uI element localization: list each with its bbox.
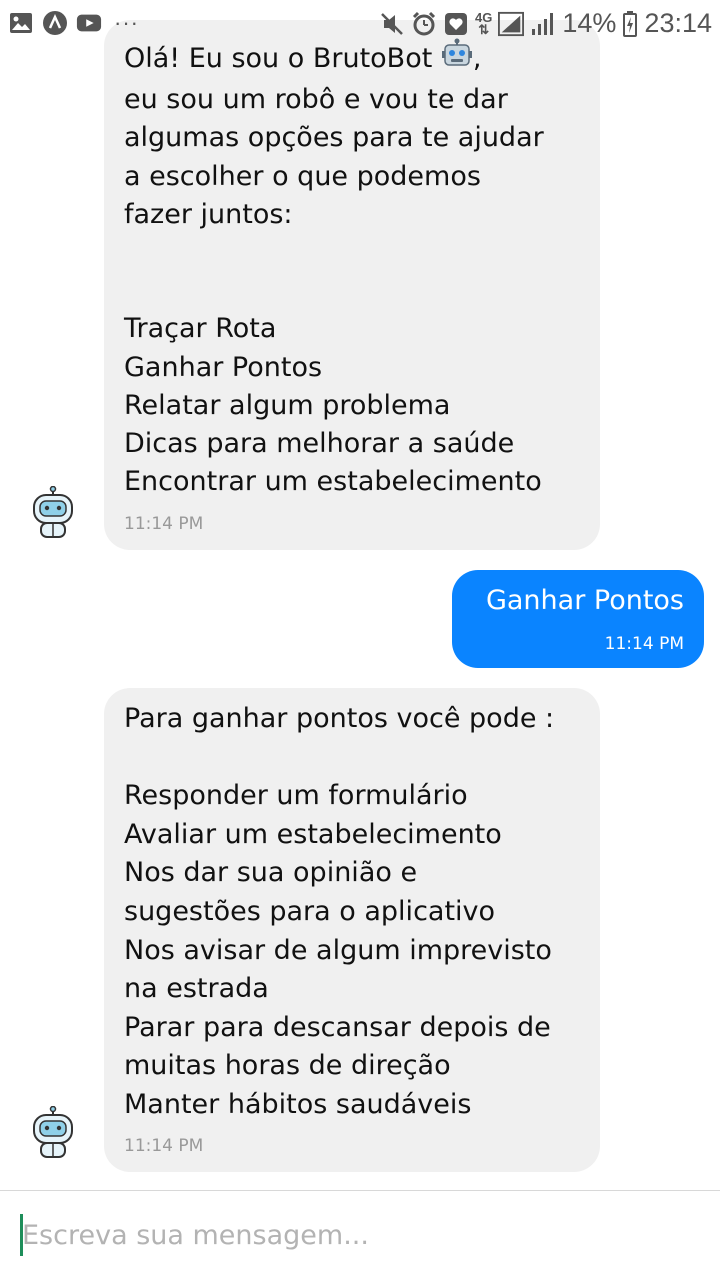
battery-charging-icon — [622, 10, 638, 37]
option-text: Relatar algum problema — [124, 389, 451, 421]
status-bar-right: 4G ⇅ 14% 23:14 — [379, 8, 712, 39]
message-line: sugestões para o aplicativo — [124, 895, 496, 927]
message-line: Nos avisar de algum imprevisto — [124, 934, 552, 966]
message-line: Nos dar sua opinião e — [124, 857, 418, 889]
status-bar: ··· 4G ⇅ 14% 23:14 — [0, 0, 720, 50]
heart-app-icon — [443, 11, 469, 37]
network-type-label: 4G ⇅ — [475, 9, 493, 37]
message-line: muitas horas de direção — [124, 1050, 451, 1082]
message-timestamp: 11:14 PM — [124, 1136, 204, 1156]
robot-icon — [33, 485, 73, 538]
muted-icon — [379, 11, 405, 37]
battery-percent: 14% — [562, 8, 617, 38]
bot-avatar — [30, 485, 76, 540]
more-notifications-indicator: ··· — [114, 10, 139, 35]
message-line: Responder um formulário — [124, 780, 468, 812]
option-text: Encontrar um estabelecimento — [124, 466, 542, 498]
message-line: Manter hábitos saudáveis — [124, 1088, 472, 1120]
message-text: Olá! Eu sou o BrutoBot , eu sou um robô … — [124, 38, 544, 501]
status-bar-left: ··· — [8, 10, 139, 36]
youtube-icon — [76, 10, 102, 36]
bot-message-bubble: Olá! Eu sou o BrutoBot , eu sou um robô … — [104, 20, 600, 550]
app-a-icon — [42, 10, 68, 36]
message-text: Para ganhar pontos você pode : Responder… — [124, 700, 554, 1125]
message-line: na estrada — [124, 973, 269, 1005]
user-message-bubble: Ganhar Pontos 11:14 PM — [452, 570, 704, 668]
alarm-icon — [411, 11, 437, 37]
chat-area[interactable]: Olá! Eu sou o BrutoBot , eu sou um robô … — [0, 0, 720, 1190]
message-input[interactable] — [22, 1211, 702, 1259]
message-line: Parar para descansar depois de — [124, 1011, 551, 1043]
message-line: eu sou um robô e vou te dar — [124, 84, 508, 116]
option-text: Traçar Rota — [124, 313, 277, 345]
signal-icon — [530, 11, 556, 37]
option-text: Dicas para melhorar a saúde — [124, 428, 515, 460]
message-line: Avaliar um estabelecimento — [124, 818, 502, 850]
image-icon — [8, 10, 34, 36]
signal-icon — [498, 11, 525, 37]
message-composer — [0, 1190, 720, 1281]
message-timestamp: 11:14 PM — [124, 514, 204, 534]
bot-avatar — [30, 1105, 76, 1160]
clock: 23:14 — [644, 8, 712, 38]
message-line: a escolher o que podemos — [124, 160, 481, 192]
message-line: algumas opções para te ajudar — [124, 122, 544, 154]
bot-message-bubble: Para ganhar pontos você pode : Responder… — [104, 688, 600, 1172]
message-line: Para ganhar pontos você pode : — [124, 703, 555, 734]
option-text: Ganhar Pontos — [124, 351, 323, 383]
network-type-text: 4G — [475, 9, 493, 25]
message-line: fazer juntos: — [124, 198, 293, 230]
robot-icon — [33, 1105, 73, 1158]
message-timestamp: 11:14 PM — [604, 634, 684, 654]
message-text: Ganhar Pontos — [485, 585, 684, 616]
